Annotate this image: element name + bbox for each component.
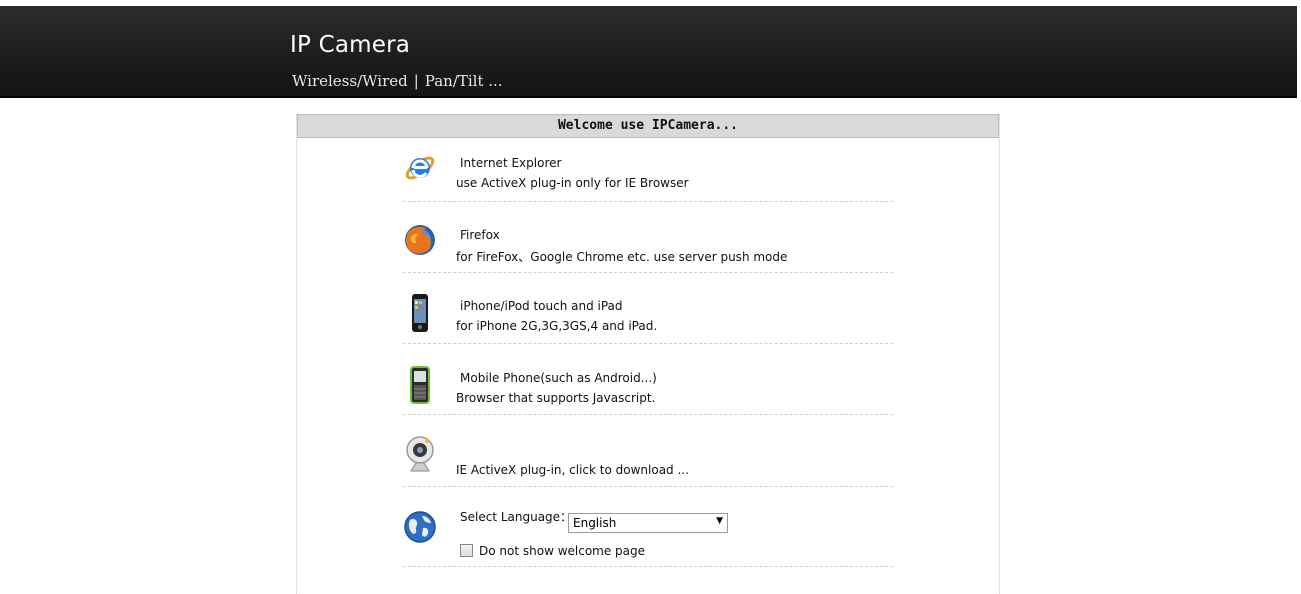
webcam-icon xyxy=(403,435,437,472)
language-selected-value: English xyxy=(573,516,617,530)
globe-icon xyxy=(403,510,437,546)
option-label: Mobile Phone(such as Android...) xyxy=(460,371,657,385)
page-title: IP Camera xyxy=(290,32,411,58)
option-description: Browser that supports Javascript. xyxy=(456,391,656,405)
firefox-icon xyxy=(403,223,437,259)
option-description: for iPhone 2G,3G,3GS,4 and iPad. xyxy=(456,319,658,333)
option-internet-explorer[interactable]: Internet Explorer use ActiveX plug-in on… xyxy=(403,143,893,202)
language-select[interactable]: English ▼ xyxy=(568,513,728,533)
panel-title: Welcome use IPCamera... xyxy=(297,114,999,138)
chevron-down-icon: ▼ xyxy=(716,516,723,526)
page-header: IP Camera Wireless/Wired | Pan/Tilt ... xyxy=(0,6,1297,98)
option-label: Firefox xyxy=(460,228,500,242)
download-plugin-link[interactable]: IE ActiveX plug-in, click to download ..… xyxy=(403,427,893,487)
option-iphone[interactable]: iPhone/iPod touch and iPad for iPhone 2G… xyxy=(403,285,893,344)
option-label: iPhone/iPod touch and iPad xyxy=(460,299,623,313)
page-subtitle: Wireless/Wired | Pan/Tilt ... xyxy=(292,72,503,90)
option-firefox[interactable]: Firefox for FireFox、Google Chrome etc. u… xyxy=(403,214,893,273)
option-description: for FireFox、Google Chrome etc. use serve… xyxy=(456,250,788,264)
language-label: Select Language： xyxy=(460,510,573,524)
option-label: Internet Explorer xyxy=(460,156,562,170)
option-mobile-phone[interactable]: Mobile Phone(such as Android...) Browser… xyxy=(403,356,893,415)
subtitle-left: Wireless/Wired xyxy=(292,72,408,90)
download-label: IE ActiveX plug-in, click to download ..… xyxy=(456,463,689,477)
subtitle-separator: | xyxy=(413,72,419,90)
mobile-phone-icon xyxy=(403,366,437,404)
dont-show-welcome-label: Do not show welcome page xyxy=(479,544,646,558)
iphone-icon xyxy=(403,293,437,332)
subtitle-right: Pan/Tilt ... xyxy=(424,72,503,90)
dont-show-welcome-checkbox[interactable] xyxy=(460,544,473,557)
dont-show-welcome-row: Do not show welcome page xyxy=(460,544,645,558)
internet-explorer-icon xyxy=(403,151,437,187)
option-description: use ActiveX plug-in only for IE Browser xyxy=(456,176,689,190)
